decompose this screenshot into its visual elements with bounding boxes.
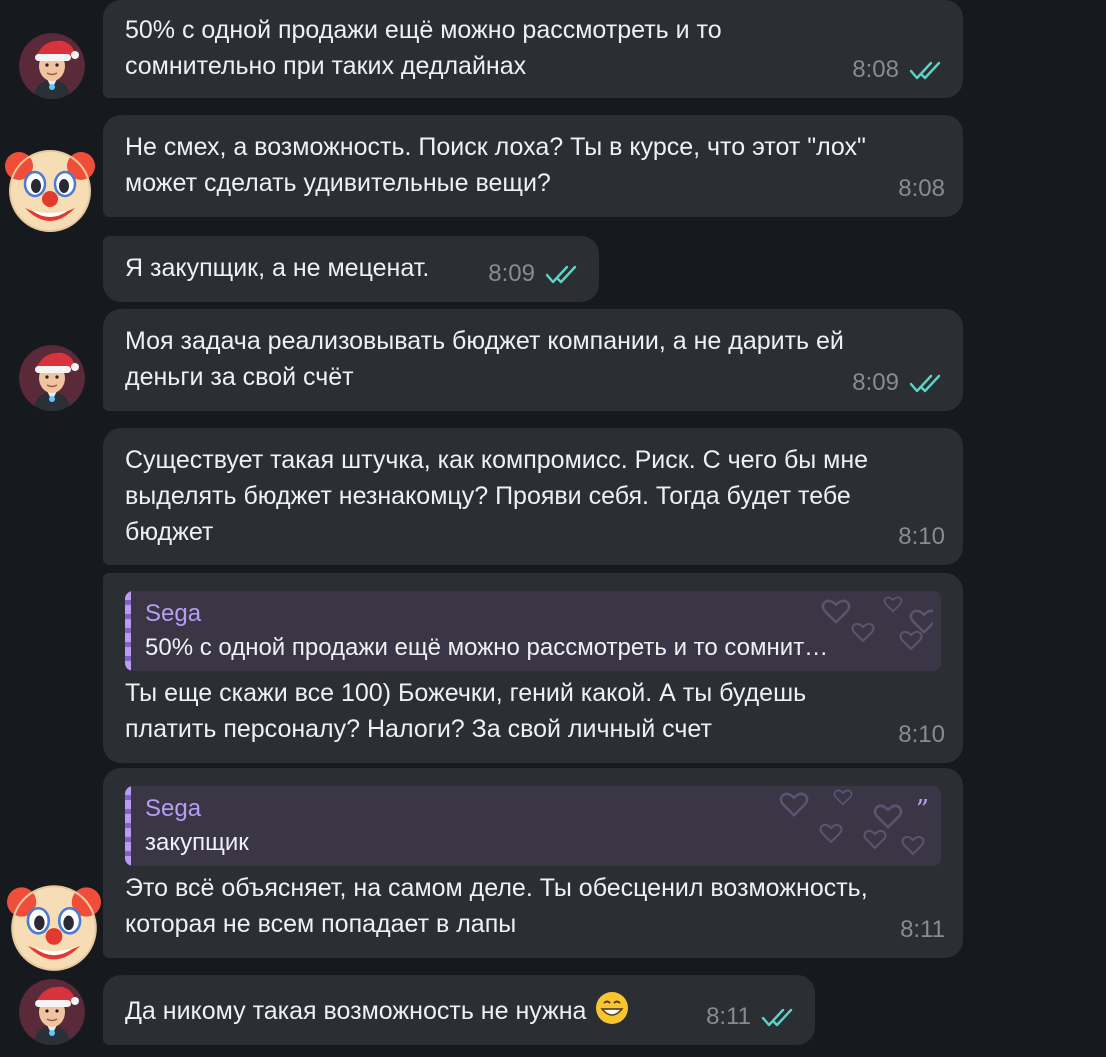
message-time: 8:08 <box>852 56 899 83</box>
reply-quote[interactable]: Sega 50% с одной продажи ещё можно рассм… <box>125 591 941 671</box>
quote-icon: ” <box>915 795 929 825</box>
message-time: 8:11 <box>706 1003 751 1030</box>
message-time: 8:09 <box>852 369 899 396</box>
message-text: Это всё объясняет, на самом деле. Ты обе… <box>125 874 868 938</box>
message-text: Ты еще скажи все 100) Божечки, гений как… <box>125 679 807 743</box>
message-time: 8:11 <box>900 916 945 943</box>
read-checkmark-icon <box>761 1006 797 1028</box>
message-time: 8:10 <box>898 523 945 550</box>
clown-face-icon <box>7 879 101 978</box>
read-checkmark-icon <box>909 372 945 394</box>
message-text: Моя задача реализовывать бюджет компании… <box>125 327 844 391</box>
message-bubble[interactable]: Не смех, а возможность. Поиск лоха? Ты в… <box>103 115 963 217</box>
avatar[interactable] <box>19 979 85 1045</box>
message-meta: 8:09 <box>852 365 945 401</box>
read-checkmark-icon <box>545 263 581 285</box>
message-time: 8:10 <box>898 721 945 748</box>
message-bubble[interactable]: Да никому такая возможность не нужна 8:1… <box>103 975 815 1045</box>
message-bubble[interactable]: Sega 50% с одной продажи ещё можно рассм… <box>103 573 963 763</box>
message-text: Не смех, а возможность. Поиск лоха? Ты в… <box>125 133 866 197</box>
message-text: Да никому такая возможность не нужна <box>125 997 587 1025</box>
message-bubble[interactable]: ” Sega закупщик Это всё объясняет, на са… <box>103 768 963 958</box>
message-meta: 8:09 <box>488 256 581 292</box>
message-bubble[interactable]: Моя задача реализовывать бюджет компании… <box>103 309 963 411</box>
message-text: Существует такая штучка, как компромисс.… <box>125 446 869 546</box>
message-meta: 8:10 <box>898 717 945 753</box>
message-meta: 8:08 <box>852 52 945 88</box>
message-time: 8:09 <box>488 260 535 287</box>
avatar[interactable] <box>19 345 85 411</box>
hearts-pattern-icon <box>821 596 933 650</box>
message-meta: 8:11 <box>706 999 797 1035</box>
reply-quote[interactable]: ” Sega закупщик <box>125 786 941 866</box>
message-meta: 8:11 <box>900 912 945 948</box>
grin-emoji-icon <box>595 991 629 1035</box>
hearts-pattern-icon <box>779 789 925 855</box>
message-bubble[interactable]: 50% с одной продажи ещё можно рассмотрет… <box>103 0 963 98</box>
read-checkmark-icon <box>909 59 945 81</box>
message-time: 8:08 <box>898 175 945 202</box>
clown-face-icon <box>5 144 95 239</box>
message-bubble[interactable]: Существует такая штучка, как компромисс.… <box>103 428 963 565</box>
message-text: 50% с одной продажи ещё можно рассмотрет… <box>125 16 722 80</box>
avatar[interactable] <box>19 33 85 99</box>
message-meta: 8:10 <box>898 519 945 555</box>
message-meta: 8:08 <box>898 171 945 207</box>
message-bubble[interactable]: Я закупщик, а не меценат. 8:09 <box>103 236 599 302</box>
